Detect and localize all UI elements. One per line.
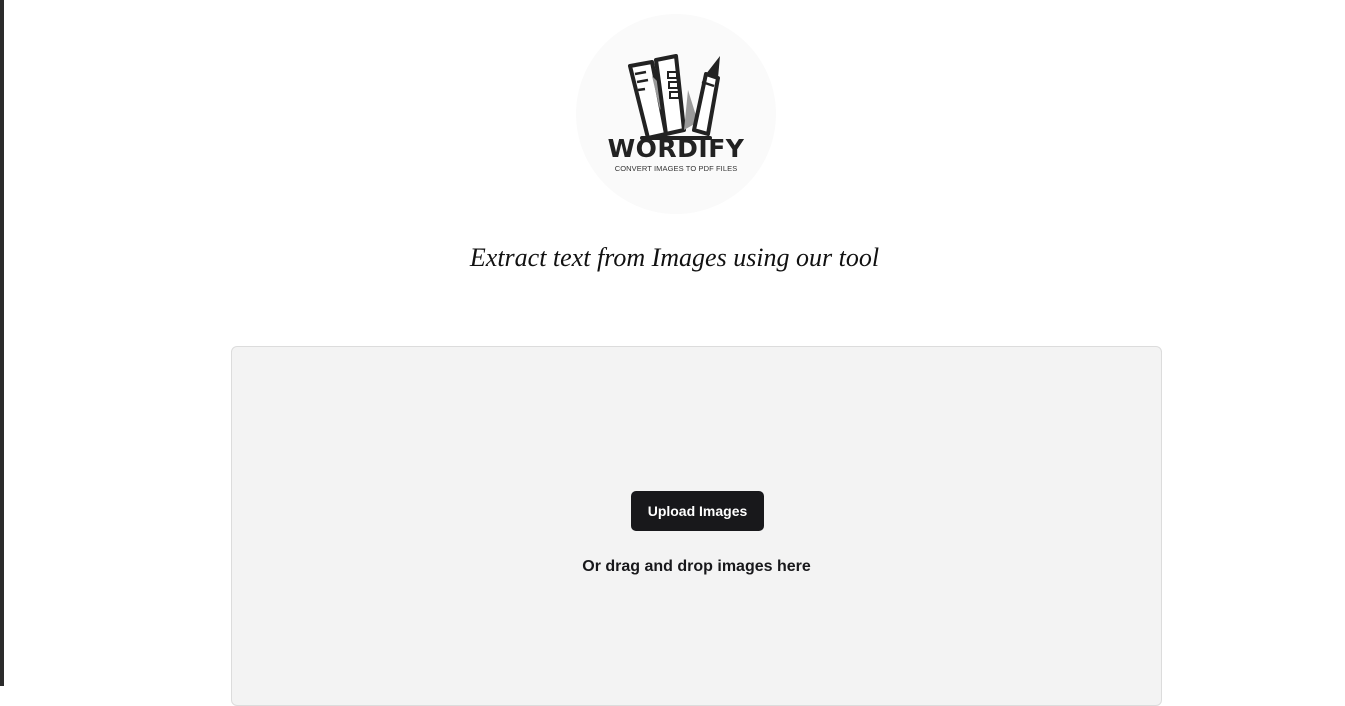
brand-name: WORDIFY	[607, 134, 745, 163]
drag-drop-hint: Or drag and drop images here	[582, 558, 811, 575]
brand-logo: WORDIFY CONVERT IMAGES TO PDF FILES	[576, 14, 776, 214]
upload-images-button[interactable]: Upload Images	[631, 491, 764, 531]
image-drop-zone[interactable]: Upload Images Or drag and drop images he…	[231, 346, 1162, 706]
page-headline: Extract text from Images using our tool	[469, 243, 880, 272]
page: WORDIFY CONVERT IMAGES TO PDF FILES Extr…	[4, 0, 1345, 706]
brand-tagline: CONVERT IMAGES TO PDF FILES	[614, 164, 738, 173]
